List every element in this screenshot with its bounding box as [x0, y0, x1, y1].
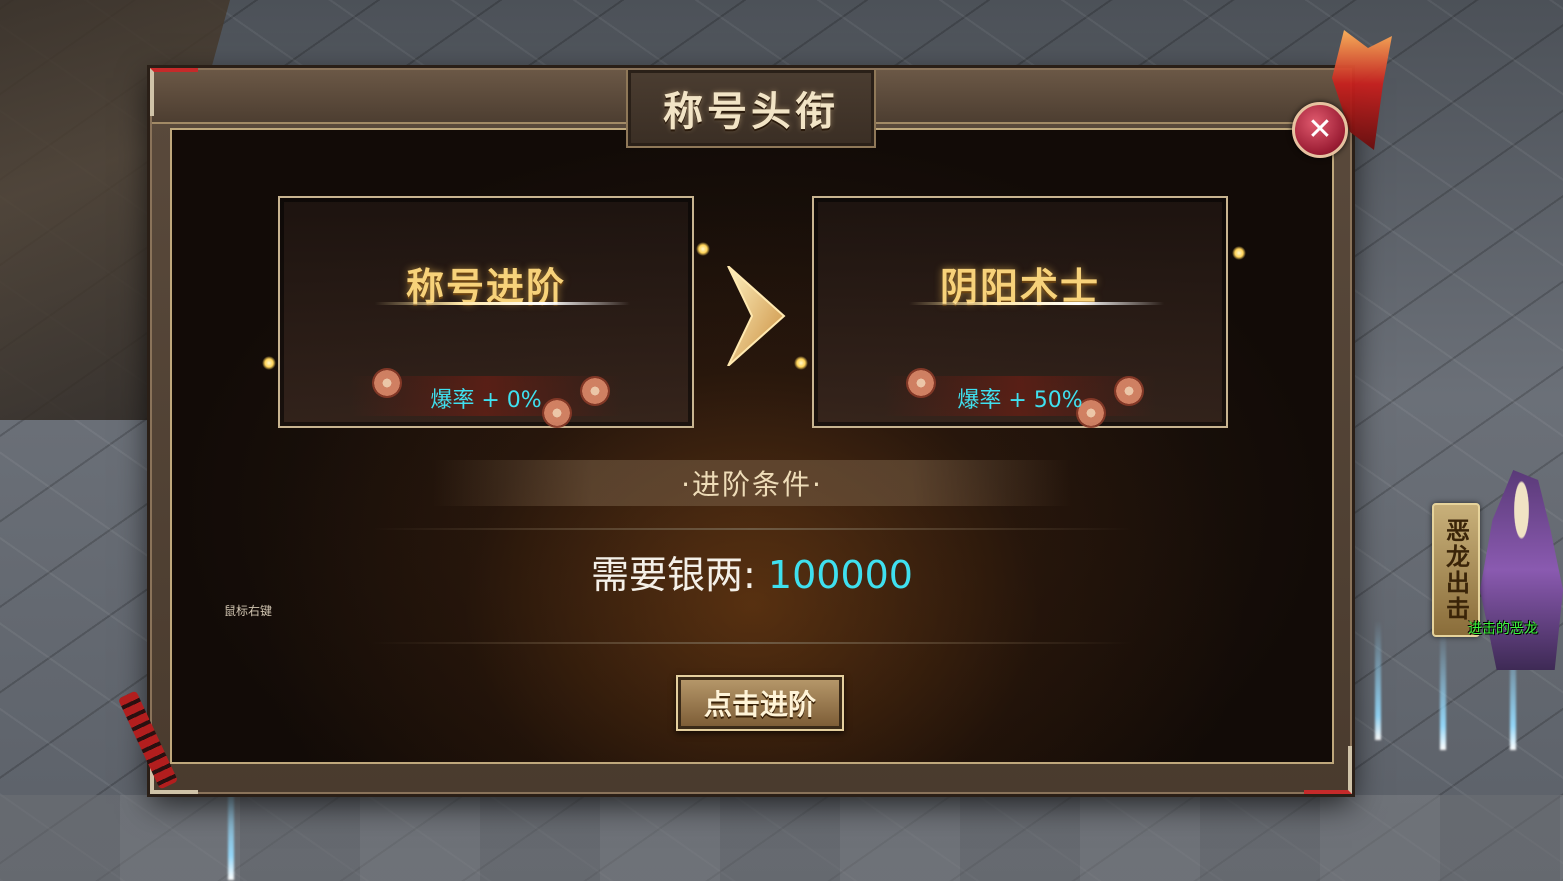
next-title-card: 阴阳术士 爆率 + 50%	[812, 196, 1228, 428]
frame-corner	[150, 68, 198, 116]
dialog-title: 称号头衔	[663, 88, 839, 135]
close-icon: ✕	[1307, 112, 1333, 147]
advance-button[interactable]: 点击进阶	[676, 675, 844, 731]
sparkle-icon	[794, 356, 808, 370]
dialog-title-plate: 称号头衔	[626, 70, 876, 148]
background-stone-path	[0, 795, 1563, 881]
close-button[interactable]: ✕	[1292, 102, 1348, 158]
divider	[372, 642, 1132, 644]
title-glow-line	[375, 302, 630, 305]
background-light-beam	[1440, 630, 1446, 750]
sparkle-icon	[262, 356, 276, 370]
sparkle-icon	[696, 242, 710, 256]
divider	[372, 528, 1132, 530]
conditions-header-text: ·进阶条件·	[681, 468, 823, 501]
requirement-value: 100000	[767, 553, 913, 597]
current-title-card: 称号进阶 爆率 + 0%	[278, 196, 694, 428]
sparkle-icon	[1232, 246, 1246, 260]
next-drop-rate: 爆率 + 50%	[957, 388, 1083, 413]
title-rank-dialog: 称号进阶 爆率 + 0% 阴阳术士 爆率 + 50% ·进阶条件· 需要银两: …	[150, 30, 1392, 794]
event-badge-label: 恶龙出击	[1441, 518, 1470, 622]
event-dragon-button[interactable]: 恶龙出击	[1432, 503, 1480, 637]
advance-button-label: 点击进阶	[703, 688, 816, 721]
background-light-beam	[1375, 620, 1381, 740]
right-click-hint: 鼠标右键	[224, 604, 273, 618]
silver-requirement: 需要银两: 100000	[172, 544, 1332, 599]
advance-arrow-icon	[727, 266, 786, 366]
title-glow-line	[909, 302, 1164, 305]
event-caption: 进击的恶龙	[1468, 621, 1538, 637]
dialog-content: 称号进阶 爆率 + 0% 阴阳术士 爆率 + 50% ·进阶条件· 需要银两: …	[170, 128, 1334, 764]
requirement-label: 需要银两:	[591, 553, 756, 597]
conditions-header: ·进阶条件·	[432, 460, 1072, 506]
current-drop-rate: 爆率 + 0%	[430, 388, 542, 413]
